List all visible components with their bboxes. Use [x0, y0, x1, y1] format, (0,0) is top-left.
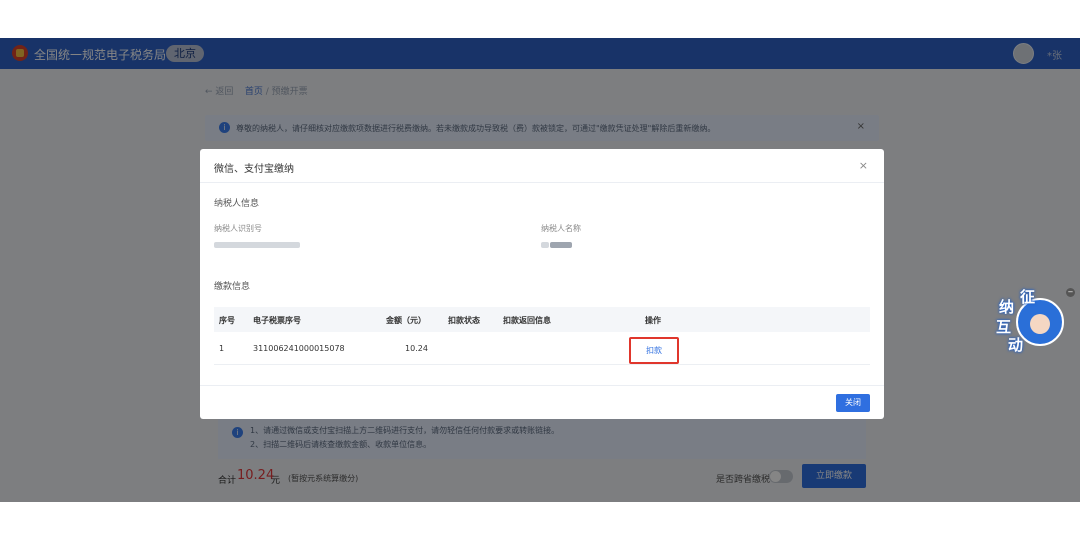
- divider: [200, 182, 884, 183]
- widget-char: 征: [1020, 288, 1036, 306]
- taxpayer-name-label: 纳税人名称: [541, 224, 581, 233]
- taxpayer-id-label: 纳税人识别号: [214, 224, 262, 233]
- app-screen: 全国统一规范电子税务局 北京 *张 ← 返回 首页 / 预缴开票 i 尊敬的纳税…: [0, 38, 1080, 502]
- deduct-button[interactable]: 扣款: [629, 337, 679, 364]
- column-header: 金额（元）: [386, 316, 426, 325]
- taxpayer-section-title: 纳税人信息: [214, 199, 260, 209]
- payment-dialog: 微信、支付宝缴纳 × 纳税人信息 纳税人识别号 纳税人名称 缴款信息 序号 电子…: [200, 149, 884, 419]
- amount: 10.24: [405, 344, 428, 353]
- payment-table: 序号 电子税票序号 金额（元） 扣款状态 扣款返回信息 操作 1 3110062…: [214, 307, 870, 367]
- taxpayer-name-value-redacted: [550, 242, 572, 248]
- widget-minimize-icon[interactable]: −: [1066, 288, 1075, 297]
- table-row: 1 311006241000015078 10.24 扣款: [214, 332, 870, 365]
- table-header: 序号 电子税票序号 金额（元） 扣款状态 扣款返回信息 操作: [214, 307, 870, 332]
- divider: [200, 385, 884, 386]
- column-header: 序号: [219, 316, 235, 325]
- column-header: 扣款返回信息: [503, 316, 551, 325]
- dialog-title: 微信、支付宝缴纳: [214, 164, 294, 175]
- column-header: 电子税票序号: [253, 316, 301, 325]
- column-header: 扣款状态: [448, 316, 480, 325]
- taxpayer-name-value-redacted: [541, 242, 549, 248]
- taxpayer-id-value-redacted: [214, 242, 300, 248]
- interaction-widget[interactable]: 征 纳 互 动 −: [996, 288, 1075, 360]
- dialog-close-icon[interactable]: ×: [859, 159, 868, 172]
- column-header: 操作: [645, 316, 661, 325]
- widget-char: 动: [1008, 336, 1024, 354]
- payment-section-title: 缴款信息: [214, 282, 251, 292]
- widget-char: 纳: [999, 298, 1015, 316]
- row-index: 1: [219, 344, 225, 353]
- close-button[interactable]: 关闭: [836, 394, 870, 412]
- ticket-number: 311006241000015078: [253, 344, 345, 353]
